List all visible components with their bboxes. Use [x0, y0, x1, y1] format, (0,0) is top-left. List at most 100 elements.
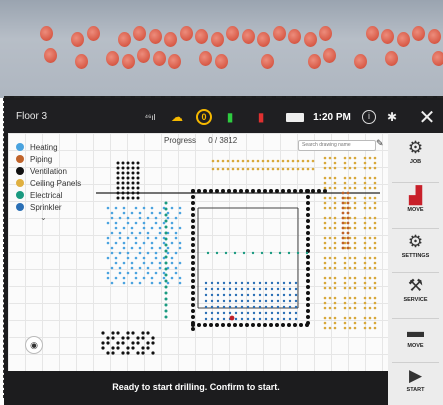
drill-point[interactable] — [111, 267, 114, 270]
drill-point[interactable] — [344, 257, 347, 260]
drill-point[interactable] — [123, 247, 126, 250]
drill-point[interactable] — [257, 323, 261, 327]
drill-point[interactable] — [122, 162, 125, 165]
drill-point[interactable] — [123, 282, 126, 285]
drill-point[interactable] — [151, 212, 154, 215]
drill-point[interactable] — [354, 327, 357, 330]
drill-point[interactable] — [247, 300, 249, 302]
drill-point[interactable] — [223, 318, 225, 320]
drill-point[interactable] — [135, 222, 138, 225]
drill-point[interactable] — [127, 182, 130, 185]
drill-point[interactable] — [159, 282, 162, 285]
drill-point[interactable] — [342, 232, 345, 235]
drill-point[interactable] — [324, 207, 327, 210]
drill-point[interactable] — [116, 331, 119, 334]
drill-point[interactable] — [329, 277, 332, 280]
drill-point[interactable] — [324, 327, 327, 330]
drill-point[interactable] — [349, 177, 352, 180]
drill-point[interactable] — [191, 249, 195, 253]
drill-point[interactable] — [287, 189, 291, 193]
drill-point[interactable] — [344, 327, 347, 330]
side-button-job[interactable]: ⚙ JOB — [388, 137, 443, 165]
drill-point[interactable] — [171, 262, 174, 265]
drill-point[interactable] — [107, 257, 110, 260]
drill-point[interactable] — [277, 318, 279, 320]
drill-point[interactable] — [275, 323, 279, 327]
drill-point[interactable] — [354, 237, 357, 240]
drill-point[interactable] — [287, 168, 290, 171]
drill-point[interactable] — [347, 222, 350, 225]
drill-point[interactable] — [191, 255, 195, 259]
drill-point[interactable] — [349, 317, 352, 320]
drill-point[interactable] — [127, 237, 130, 240]
warning-count-badge[interactable]: 0 — [194, 107, 214, 127]
drill-point[interactable] — [115, 257, 118, 260]
drill-point[interactable] — [247, 318, 249, 320]
drill-point[interactable] — [364, 182, 367, 185]
drill-point[interactable] — [329, 227, 332, 230]
drill-point[interactable] — [222, 160, 225, 163]
side-button-move[interactable]: ▟ MOVE — [388, 185, 443, 213]
drill-point[interactable] — [215, 189, 219, 193]
drill-point[interactable] — [324, 322, 327, 325]
drill-point[interactable] — [139, 267, 142, 270]
drill-point[interactable] — [121, 351, 124, 354]
drill-point[interactable] — [115, 262, 118, 265]
drill-point[interactable] — [205, 312, 207, 314]
drill-point[interactable] — [155, 222, 158, 225]
drill-point[interactable] — [235, 312, 237, 314]
drill-point[interactable] — [165, 286, 168, 289]
drill-point[interactable] — [265, 300, 267, 302]
drill-point[interactable] — [324, 262, 327, 265]
drill-point[interactable] — [223, 300, 225, 302]
drill-point[interactable] — [197, 189, 201, 193]
drill-point[interactable] — [295, 294, 297, 296]
drill-point[interactable] — [259, 282, 261, 284]
drill-point[interactable] — [137, 192, 140, 195]
drill-point[interactable] — [295, 306, 297, 308]
drill-point[interactable] — [329, 197, 332, 200]
drill-point[interactable] — [167, 282, 170, 285]
drill-point[interactable] — [277, 300, 279, 302]
drill-point[interactable] — [342, 192, 345, 195]
drill-point[interactable] — [237, 160, 240, 163]
drill-point[interactable] — [151, 242, 154, 245]
drill-point[interactable] — [132, 192, 135, 195]
drill-point[interactable] — [269, 189, 273, 193]
drill-point[interactable] — [257, 168, 260, 171]
drill-point[interactable] — [217, 318, 219, 320]
drill-point[interactable] — [342, 242, 345, 245]
drill-point[interactable] — [306, 297, 310, 301]
drill-point[interactable] — [165, 244, 168, 247]
drill-point[interactable] — [137, 172, 140, 175]
drill-point[interactable] — [111, 232, 114, 235]
drill-point[interactable] — [354, 287, 357, 290]
drill-point[interactable] — [354, 307, 357, 310]
drill-point[interactable] — [334, 267, 337, 270]
drill-point[interactable] — [324, 182, 327, 185]
drill-point[interactable] — [306, 303, 310, 307]
drill-point[interactable] — [259, 288, 261, 290]
drill-point[interactable] — [259, 294, 261, 296]
drill-point[interactable] — [306, 189, 310, 193]
drill-point[interactable] — [191, 323, 195, 327]
chevron-down-icon[interactable]: ⌄ — [40, 213, 81, 222]
drill-point[interactable] — [111, 336, 114, 339]
drill-point[interactable] — [329, 307, 332, 310]
drill-point[interactable] — [283, 282, 285, 284]
drill-point[interactable] — [241, 318, 243, 320]
drill-point[interactable] — [369, 247, 372, 250]
drill-point[interactable] — [229, 300, 231, 302]
drill-point[interactable] — [342, 247, 345, 250]
drill-point[interactable] — [235, 306, 237, 308]
drill-point[interactable] — [205, 282, 207, 284]
drill-point[interactable] — [163, 222, 166, 225]
drill-point[interactable] — [241, 306, 243, 308]
drill-point[interactable] — [342, 227, 345, 230]
drill-point[interactable] — [354, 302, 357, 305]
drill-point[interactable] — [306, 243, 310, 247]
drill-point[interactable] — [344, 187, 347, 190]
drill-point[interactable] — [374, 162, 377, 165]
drill-point[interactable] — [329, 177, 332, 180]
drill-point[interactable] — [282, 160, 285, 163]
